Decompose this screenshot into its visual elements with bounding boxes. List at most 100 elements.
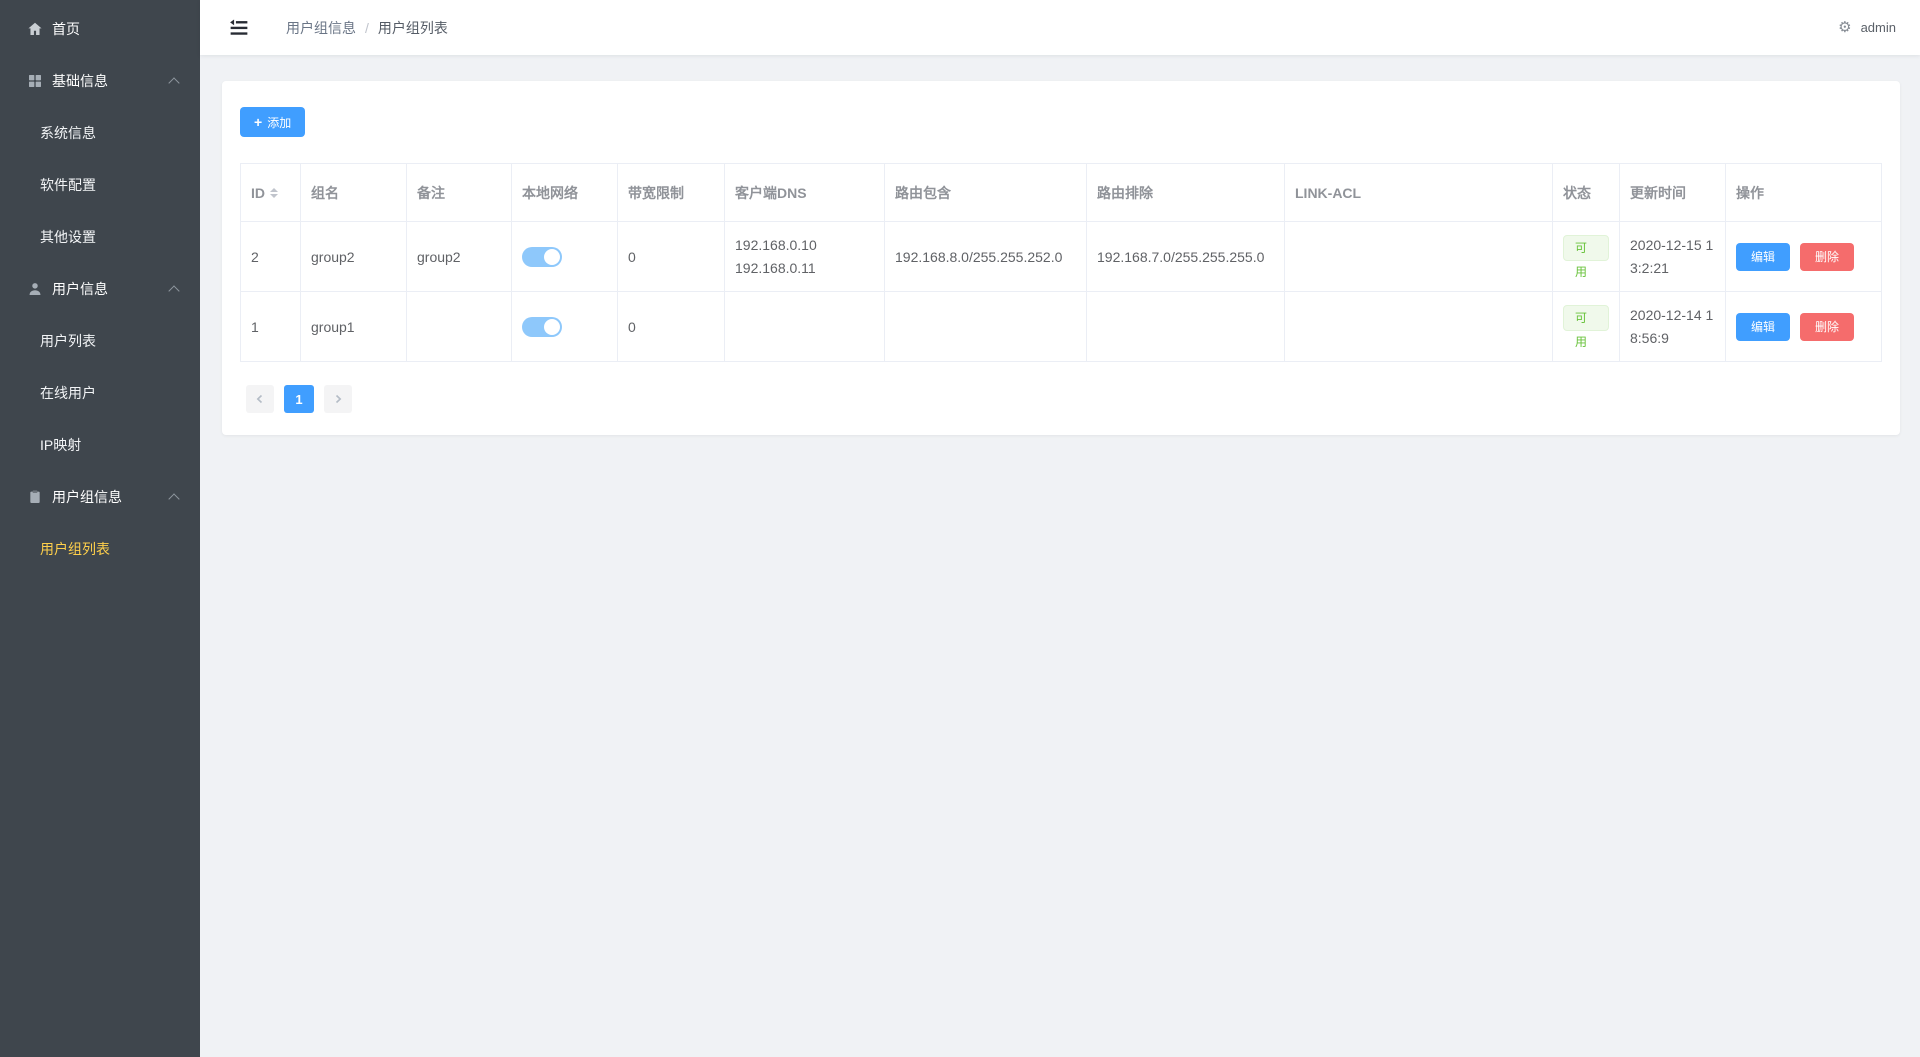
cell-status: 可用 [1552, 221, 1620, 292]
user-group-table: ID 组名 备注 本地网络 带宽限制 客户端DNS 路由包含 路由排除 LINK… [240, 163, 1882, 362]
home-icon [26, 21, 43, 38]
user-icon [26, 281, 43, 298]
next-page-button[interactable] [324, 385, 352, 413]
sidebar-item-label: 首页 [52, 21, 80, 37]
gear-icon[interactable]: ⚙ [1838, 20, 1851, 35]
cell-bandwidth-limit: 0 [617, 221, 725, 292]
add-button[interactable]: + 添加 [240, 107, 306, 137]
status-badge: 可用 [1563, 304, 1609, 349]
cell-client-dns [724, 291, 885, 362]
column-header-status: 状态 [1552, 163, 1620, 222]
page-button-1[interactable]: 1 [284, 385, 314, 413]
column-header-id[interactable]: ID [240, 163, 301, 222]
sidebar-item-label: 在线用户 [40, 385, 96, 401]
topbar-right: ⚙ admin [1838, 20, 1896, 35]
cell-link-acl [1284, 221, 1553, 292]
column-header-route-include: 路由包含 [884, 163, 1087, 222]
sidebar-item-system-info[interactable]: 系统信息 [0, 107, 200, 159]
sidebar-section-user-info[interactable]: 用户信息 [0, 263, 200, 315]
cell-updated-at: 2020-12-14 18:56:9 [1619, 291, 1726, 362]
chevron-left-icon [256, 394, 263, 404]
plus-icon: + [254, 114, 263, 130]
user-group-card: + 添加 ID 组名 备注 本地网络 带宽限制 客户端DNS 路由包含 路由排除… [222, 81, 1900, 435]
sidebar-section-basic-info[interactable]: 基础信息 [0, 55, 200, 107]
delete-button[interactable]: 删除 [1800, 242, 1855, 271]
cell-bandwidth-limit: 0 [617, 291, 725, 362]
cell-actions: 编辑 删除 [1725, 221, 1882, 292]
sidebar-item-label: 其他设置 [40, 229, 96, 245]
column-header-local-network: 本地网络 [511, 163, 618, 222]
column-label: ID [251, 184, 265, 201]
column-header-link-acl: LINK-ACL [1284, 163, 1553, 222]
sidebar-item-label: 用户组列表 [40, 541, 110, 557]
sidebar-section-label: 用户组信息 [52, 489, 122, 505]
cell-group-name: group2 [300, 221, 407, 292]
chevron-right-icon [335, 394, 342, 404]
sidebar: 首页 基础信息 系统信息 软件配置 其他设置 用户信息 用户列表 在线用户 IP… [0, 0, 200, 1057]
sidebar-item-user-list[interactable]: 用户列表 [0, 315, 200, 367]
cell-remark [406, 291, 512, 362]
breadcrumb: 用户组信息 / 用户组列表 [286, 18, 448, 38]
cell-client-dns: 192.168.0.10 192.168.0.11 [724, 221, 885, 292]
breadcrumb-item-current: 用户组列表 [377, 19, 448, 36]
delete-button[interactable]: 删除 [1800, 312, 1855, 341]
breadcrumb-item[interactable]: 用户组信息 [286, 18, 356, 38]
sidebar-section-label: 用户信息 [52, 281, 108, 297]
cell-route-include [884, 291, 1087, 362]
sort-icon [270, 184, 278, 202]
chevron-up-icon [168, 77, 180, 89]
grid-icon [26, 73, 43, 90]
cell-local-network [511, 291, 618, 362]
sidebar-item-label: 系统信息 [40, 125, 96, 141]
column-header-route-exclude: 路由排除 [1086, 163, 1285, 222]
breadcrumb-separator: / [365, 19, 369, 36]
app-root: 首页 基础信息 系统信息 软件配置 其他设置 用户信息 用户列表 在线用户 IP… [0, 0, 1920, 1057]
edit-button[interactable]: 编辑 [1736, 242, 1791, 271]
edit-button[interactable]: 编辑 [1736, 312, 1791, 341]
table-header-row: ID 组名 备注 本地网络 带宽限制 客户端DNS 路由包含 路由排除 LINK… [240, 163, 1882, 222]
sidebar-item-other-settings[interactable]: 其他设置 [0, 211, 200, 263]
cell-route-exclude: 192.168.7.0/255.255.255.0 [1086, 221, 1285, 292]
menu-fold-icon[interactable] [228, 18, 250, 38]
status-badge: 可用 [1563, 234, 1609, 279]
cell-actions: 编辑 删除 [1725, 291, 1882, 362]
sidebar-item-label: IP映射 [40, 437, 82, 453]
column-header-remark: 备注 [406, 163, 512, 222]
cell-route-exclude [1086, 291, 1285, 362]
chevron-up-icon [168, 493, 180, 505]
column-header-updated-at: 更新时间 [1619, 163, 1726, 222]
chevron-up-icon [168, 285, 180, 297]
sidebar-section-label: 基础信息 [52, 73, 108, 89]
table-row: 2 group2 group2 0 192.168.0.10 192.168.0… [240, 221, 1882, 292]
topbar: 用户组信息 / 用户组列表 ⚙ admin [200, 0, 1920, 55]
add-button-label: 添加 [267, 115, 292, 130]
cell-route-include: 192.168.8.0/255.255.252.0 [884, 221, 1087, 292]
clipboard-icon [26, 489, 43, 506]
cell-status: 可用 [1552, 291, 1620, 362]
content-area: + 添加 ID 组名 备注 本地网络 带宽限制 客户端DNS 路由包含 路由排除… [200, 55, 1920, 1057]
local-network-toggle[interactable] [522, 246, 562, 267]
sidebar-item-user-group-list[interactable]: 用户组列表 [0, 523, 200, 575]
sidebar-item-software-config[interactable]: 软件配置 [0, 159, 200, 211]
cell-link-acl [1284, 291, 1553, 362]
cell-id: 2 [240, 221, 301, 292]
column-header-bandwidth-limit: 带宽限制 [617, 163, 725, 222]
cell-local-network [511, 221, 618, 292]
cell-updated-at: 2020-12-15 13:2:21 [1619, 221, 1726, 292]
pagination: 1 [240, 385, 1882, 413]
sidebar-item-label: 用户列表 [40, 333, 96, 349]
sidebar-item-online-users[interactable]: 在线用户 [0, 367, 200, 419]
table-row: 1 group1 0 可用 2020-12-14 18:56:9 编辑 删除 [240, 291, 1882, 362]
column-header-actions: 操作 [1725, 163, 1882, 222]
local-network-toggle[interactable] [522, 316, 562, 337]
column-header-group-name: 组名 [300, 163, 407, 222]
column-header-client-dns: 客户端DNS [724, 163, 885, 222]
sidebar-item-ip-mapping[interactable]: IP映射 [0, 419, 200, 471]
main-area: 用户组信息 / 用户组列表 ⚙ admin + 添加 ID 组名 备注 本地网络… [200, 0, 1920, 1057]
prev-page-button[interactable] [246, 385, 274, 413]
cell-group-name: group1 [300, 291, 407, 362]
username[interactable]: admin [1861, 20, 1896, 35]
sidebar-item-home[interactable]: 首页 [0, 3, 200, 55]
sidebar-item-label: 软件配置 [40, 177, 96, 193]
sidebar-section-user-group-info[interactable]: 用户组信息 [0, 471, 200, 523]
